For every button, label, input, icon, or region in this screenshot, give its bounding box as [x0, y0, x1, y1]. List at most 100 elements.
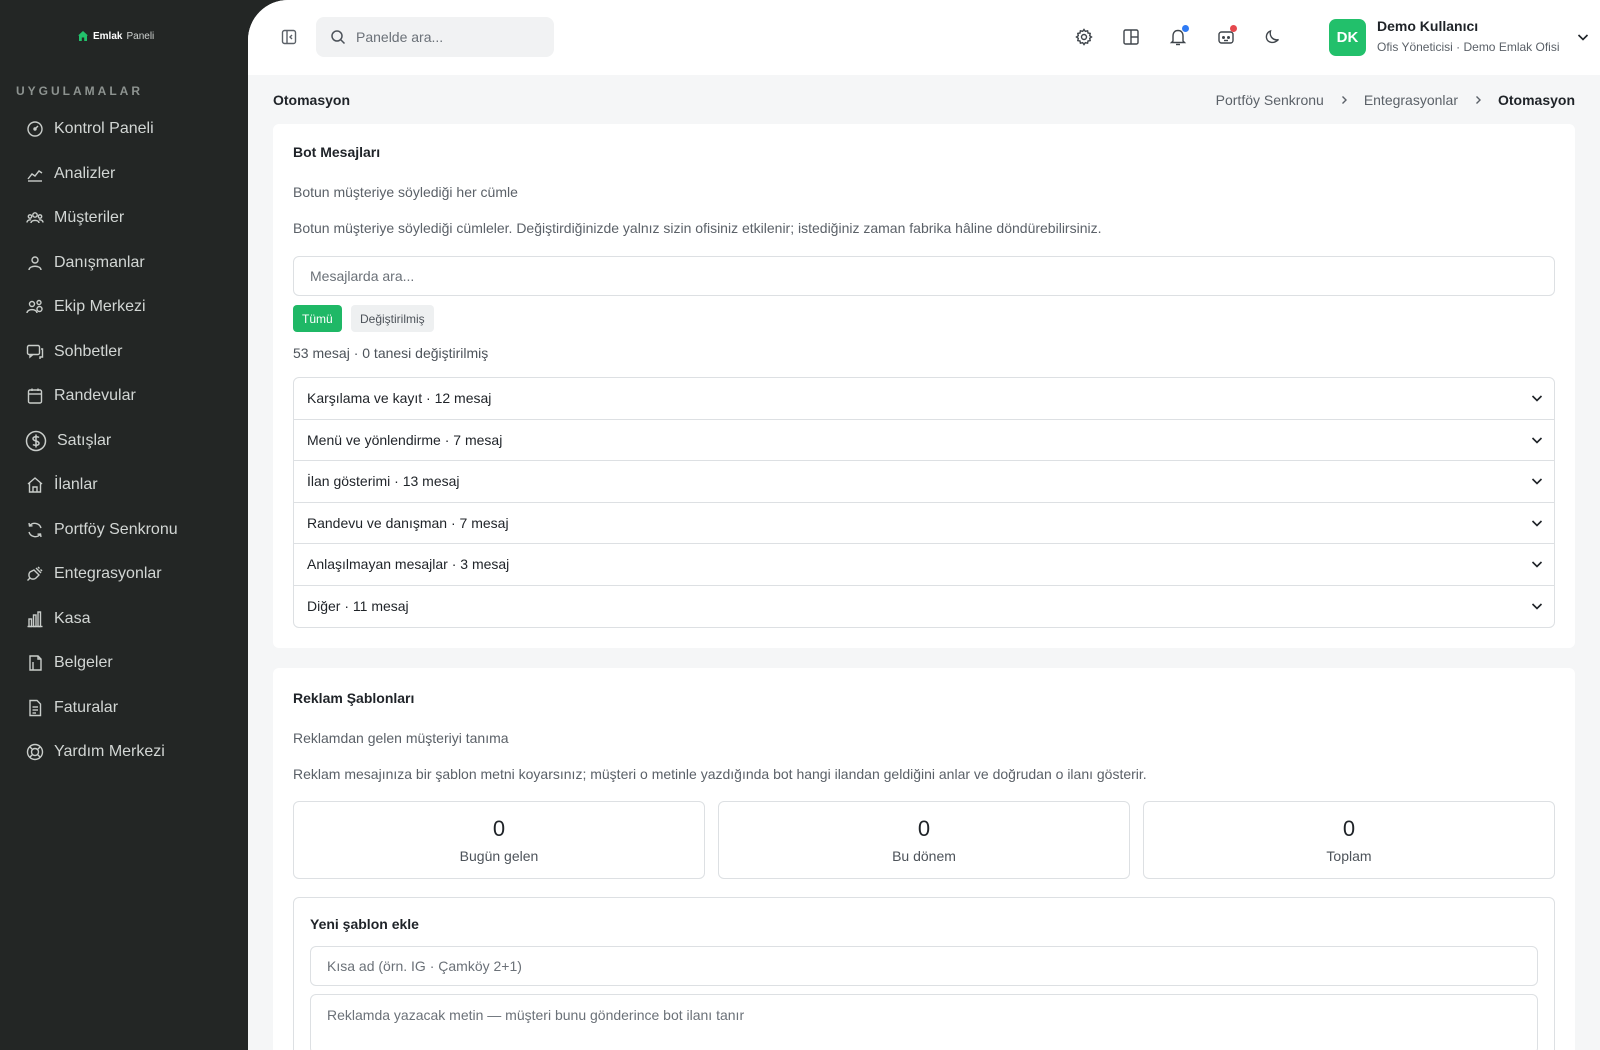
message-group-row[interactable]: Anlaşılmayan mesajlar · 3 mesaj — [294, 544, 1554, 586]
stat-today: 0 Bugün gelen — [293, 801, 705, 879]
dashboard-gauge-icon — [27, 121, 43, 137]
sidebar-item-label: Sohbetler — [54, 342, 123, 360]
card-subtitle: Reklamdan gelen müşteriyi tanıma — [293, 730, 509, 746]
card-subtitle: Botun müşteriye söylediği her cümle — [293, 184, 518, 200]
stat-period: 0 Bu dönem — [718, 801, 1130, 879]
brand-logo[interactable]: Emlak Paneli — [77, 30, 154, 42]
sidebar-item-ekip-merkezi[interactable]: Ekip Merkezi — [0, 285, 248, 330]
message-group-label: Menü ve yönlendirme · 7 mesaj — [307, 431, 503, 448]
sidebar-item-entegrasyonlar[interactable]: Entegrasyonlar — [0, 552, 248, 597]
sidebar-item-ilanlar[interactable]: İlanlar — [0, 463, 248, 508]
card-title: Bot Mesajları — [293, 144, 381, 160]
stat-value: 0 — [917, 816, 931, 841]
sidebar-item-danismanlar[interactable]: Danışmanlar — [0, 241, 248, 286]
message-group-row[interactable]: Karşılama ve kayıt · 12 mesaj — [294, 378, 1554, 420]
plug-icon — [27, 566, 43, 582]
bot-button[interactable] — [1216, 25, 1237, 47]
sidebar-item-faturalar[interactable]: Faturalar — [0, 686, 248, 731]
chevron-down-icon[interactable] — [1576, 30, 1590, 44]
chevron-down-icon — [1531, 395, 1543, 402]
sidebar-item-satislar[interactable]: Satışlar — [0, 419, 248, 464]
message-group-row[interactable]: Randevu ve danışman · 7 mesaj — [294, 503, 1554, 544]
message-group-row[interactable]: Menü ve yönlendirme · 7 mesaj — [294, 420, 1554, 461]
sidebar-item-portfoy-senkronu[interactable]: Portföy Senkronu — [0, 508, 248, 553]
sidebar-item-belgeler[interactable]: Belgeler — [0, 641, 248, 686]
bar-chart-icon — [27, 611, 43, 627]
house-icon — [78, 31, 88, 41]
filter-all-button[interactable]: Tümü — [293, 305, 342, 332]
sidebar-toggle-icon[interactable] — [280, 28, 298, 46]
sidebar-item-label: Müşteriler — [54, 209, 125, 227]
moon-icon[interactable] — [1263, 27, 1283, 47]
breadcrumb-item[interactable]: Entegrasyonlar — [1364, 92, 1458, 108]
chevron-down-icon — [1531, 561, 1543, 568]
chart-line-icon — [27, 169, 43, 182]
brand-name: Emlak — [93, 30, 123, 42]
sidebar-item-sohbetler[interactable]: Sohbetler — [0, 330, 248, 375]
template-name-input[interactable] — [310, 946, 1538, 986]
sidebar-item-label: Belgeler — [54, 654, 113, 672]
user-name[interactable]: Demo Kullanıcı — [1377, 18, 1478, 34]
card-description: Botun müşteriye söylediği cümleler. Deği… — [293, 220, 1102, 236]
lifebuoy-icon — [26, 744, 44, 761]
filter-modified-button[interactable]: Değiştirilmiş — [351, 305, 434, 332]
users-cog-icon — [26, 300, 43, 314]
sidebar-item-label: Faturalar — [54, 698, 119, 716]
chevron-down-icon — [1531, 478, 1543, 485]
new-template-form: Yeni şablon ekle — [293, 897, 1555, 1050]
chevron-down-icon — [1531, 603, 1543, 610]
global-search-input[interactable] — [356, 29, 536, 45]
chevron-right-icon — [1475, 96, 1481, 104]
message-groups-accordion: Karşılama ve kayıt · 12 mesaj Menü ve yö… — [293, 377, 1555, 628]
sidebar-item-musteriler[interactable]: Müşteriler — [0, 196, 248, 241]
settings-icon[interactable] — [1074, 27, 1094, 47]
sidebar-item-label: Randevular — [54, 387, 136, 405]
notifications-button[interactable] — [1168, 25, 1189, 47]
sync-icon — [28, 522, 42, 538]
template-text-textarea[interactable] — [310, 994, 1538, 1050]
stat-label: Toplam — [1326, 848, 1372, 864]
stat-total: 0 Toplam — [1143, 801, 1555, 879]
chevron-down-icon — [1531, 437, 1543, 444]
breadcrumb-item[interactable]: Portföy Senkronu — [1216, 92, 1324, 108]
home-icon — [27, 477, 43, 493]
main-panel: DK Demo Kullanıcı Ofis Yöneticisi · Demo… — [248, 0, 1600, 1050]
global-search[interactable] — [316, 17, 554, 57]
message-group-row[interactable]: Diğer · 11 mesaj — [294, 586, 1554, 628]
sidebar-item-label: Yardım Merkezi — [54, 743, 165, 761]
sidebar-item-analizler[interactable]: Analizler — [0, 152, 248, 197]
chat-icon — [26, 344, 44, 359]
bot-alert-dot — [1230, 25, 1237, 32]
sidebar-item-label: Portföy Senkronu — [54, 520, 178, 538]
sidebar-item-label: Analizler — [54, 164, 116, 182]
stat-value: 0 — [1342, 816, 1356, 841]
document-icon — [29, 655, 42, 671]
sidebar-item-yardim-merkezi[interactable]: Yardım Merkezi — [0, 730, 248, 775]
sidebar-item-kasa[interactable]: Kasa — [0, 597, 248, 642]
user-role: Ofis Yöneticisi · Demo Emlak Ofisi — [1377, 40, 1560, 54]
sidebar-section-label: UYGULAMALAR — [16, 84, 143, 98]
message-count: 53 mesaj · 0 tanesi değiştirilmiş — [293, 345, 489, 361]
sidebar-item-randevular[interactable]: Randevular — [0, 374, 248, 419]
message-search-input[interactable] — [293, 256, 1555, 296]
dollar-circle-icon — [25, 430, 47, 451]
chevron-down-icon — [1531, 520, 1543, 527]
sidebar-item-label: Ekip Merkezi — [54, 298, 146, 316]
form-title: Yeni şablon ekle — [310, 916, 419, 932]
message-group-row[interactable]: İlan gösterimi · 13 mesaj — [294, 461, 1554, 503]
calendar-icon — [27, 388, 43, 404]
ad-templates-card: Reklam Şablonları Reklamdan gelen müşter… — [273, 668, 1575, 1050]
sidebar-item-kontrol-paneli[interactable]: Kontrol Paneli — [0, 107, 248, 152]
brand-suffix: Paneli — [126, 30, 155, 42]
layout-icon[interactable] — [1121, 27, 1141, 47]
card-title: Reklam Şablonları — [293, 690, 415, 706]
stat-value: 0 — [492, 816, 506, 841]
sidebar-item-label: Danışmanlar — [54, 253, 145, 271]
avatar[interactable]: DK — [1329, 19, 1366, 56]
stat-label: Bugün gelen — [459, 848, 539, 864]
message-group-label: Anlaşılmayan mesajlar · 3 mesaj — [307, 556, 510, 573]
message-group-label: Randevu ve danışman · 7 mesaj — [307, 514, 509, 531]
sidebar-item-label: Kasa — [54, 609, 91, 627]
sidebar-item-label: Kontrol Paneli — [54, 120, 154, 138]
message-group-label: Diğer · 11 mesaj — [307, 598, 409, 615]
